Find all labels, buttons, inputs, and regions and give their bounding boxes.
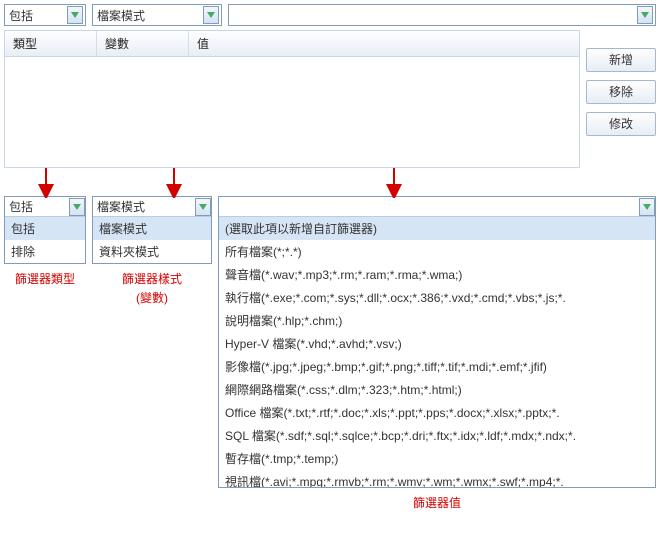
table-body[interactable]	[5, 57, 579, 167]
modify-button[interactable]: 修改	[586, 112, 656, 136]
arrow-icon	[4, 168, 644, 198]
type-option-include[interactable]: 包括	[5, 217, 85, 240]
value-option[interactable]: 說明檔案(*.hlp;*.chm;)	[219, 309, 655, 332]
type-label: 篩選器類型	[4, 270, 86, 287]
value-option[interactable]: 聲音檔(*.wav;*.mp3;*.rm;*.ram;*.rma;*.wma;)	[219, 263, 655, 286]
chevron-down-icon[interactable]	[203, 6, 219, 24]
mode-label-sub: (變數)	[92, 289, 212, 306]
filter-table-area: 類型 變數 值 新增 移除 修改	[4, 30, 656, 168]
type-option-exclude[interactable]: 排除	[5, 240, 85, 263]
value-option[interactable]: 視訊檔(*.avi;*.mpg;*.rmvb;*.rm;*.wmv;*.wm;*…	[219, 470, 655, 487]
mode-dropdown-open[interactable]: 檔案模式 檔案模式 資料夾模式	[92, 196, 212, 264]
col-var-header[interactable]: 變數	[97, 31, 189, 56]
value-option[interactable]: SQL 檔案(*.sdf;*.sql;*.sqlce;*.bcp;*.dri;*…	[219, 424, 655, 447]
value-column: (選取此項以新增自訂篩選器)所有檔案(*;*.*)聲音檔(*.wav;*.mp3…	[218, 196, 656, 511]
value-option[interactable]: 所有檔案(*;*.*)	[219, 240, 655, 263]
type-column: 包括 包括 排除 篩選器類型	[4, 196, 86, 287]
chevron-down-icon[interactable]	[637, 6, 653, 24]
value-option[interactable]: Office 檔案(*.txt;*.rtf;*.doc;*.xls;*.ppt;…	[219, 401, 655, 424]
mode-option-file[interactable]: 檔案模式	[93, 217, 211, 240]
type-dropdown-list: 包括 排除	[5, 217, 85, 263]
mode-option-folder[interactable]: 資料夾模式	[93, 240, 211, 263]
add-button[interactable]: 新增	[586, 48, 656, 72]
value-option[interactable]: 影像檔(*.jpg;*.jpeg;*.bmp;*.gif;*.png;*.tif…	[219, 355, 655, 378]
mode-column: 檔案模式 檔案模式 資料夾模式 篩選器樣式 (變數)	[92, 196, 212, 306]
value-combo[interactable]	[228, 4, 656, 26]
type-combo[interactable]: 包括	[4, 4, 86, 26]
chevron-down-icon[interactable]	[69, 198, 85, 216]
annotation-arrows	[4, 168, 644, 196]
mode-dropdown-selected: 檔案模式	[93, 198, 193, 215]
chevron-down-icon[interactable]	[639, 198, 655, 216]
col-value-header[interactable]: 值	[189, 31, 579, 56]
value-option[interactable]: Hyper-V 檔案(*.vhd;*.avhd;*.vsv;)	[219, 332, 655, 355]
value-option[interactable]: 暫存檔(*.tmp;*.temp;)	[219, 447, 655, 470]
filter-top-row: 包括 檔案模式	[4, 4, 656, 26]
mode-label: 篩選器樣式	[92, 270, 212, 287]
mode-dropdown-list: 檔案模式 資料夾模式	[93, 217, 211, 263]
col-type-header[interactable]: 類型	[5, 31, 97, 56]
expanded-dropdowns: 包括 包括 排除 篩選器類型 檔案模式 檔案模式 資料夾模式	[4, 196, 656, 511]
value-option[interactable]: 執行檔(*.exe;*.com;*.sys;*.dll;*.ocx;*.386;…	[219, 286, 655, 309]
value-dropdown-open[interactable]: (選取此項以新增自訂篩選器)所有檔案(*;*.*)聲音檔(*.wav;*.mp3…	[218, 196, 656, 488]
value-option[interactable]: 網際網路檔案(*.css;*.dlm;*.323;*.htm;*.html;)	[219, 378, 655, 401]
type-dropdown-open[interactable]: 包括 包括 排除	[4, 196, 86, 264]
chevron-down-icon[interactable]	[67, 6, 83, 24]
table-header: 類型 變數 值	[5, 31, 579, 57]
remove-button[interactable]: 移除	[586, 80, 656, 104]
chevron-down-icon[interactable]	[195, 198, 211, 216]
type-combo-value: 包括	[9, 7, 65, 24]
mode-combo-value: 檔案模式	[97, 7, 201, 24]
mode-combo[interactable]: 檔案模式	[92, 4, 222, 26]
value-label: 篩選器值	[218, 494, 656, 511]
value-option[interactable]: (選取此項以新增自訂篩選器)	[219, 217, 655, 240]
button-column: 新增 移除 修改	[586, 30, 656, 136]
filter-table: 類型 變數 值	[4, 30, 580, 168]
type-dropdown-selected: 包括	[5, 198, 67, 215]
value-dropdown-list[interactable]: (選取此項以新增自訂篩選器)所有檔案(*;*.*)聲音檔(*.wav;*.mp3…	[219, 217, 655, 487]
